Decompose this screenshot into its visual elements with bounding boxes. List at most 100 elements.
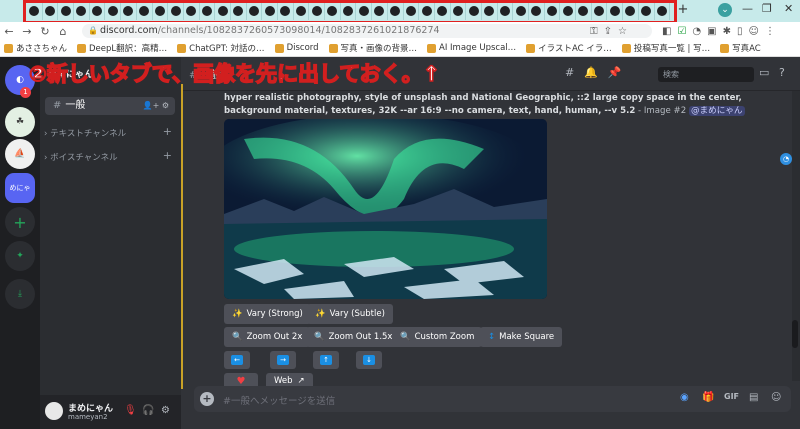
category-voice[interactable]: › ボイスチャンネル + xyxy=(44,149,176,163)
avatar[interactable] xyxy=(45,402,63,420)
bookmark-item[interactable]: ChatGPT: 対話の… xyxy=(177,42,265,54)
home-icon[interactable]: ⌂ xyxy=(54,25,72,38)
magnifier-icon: 🔍 xyxy=(400,332,411,342)
back-icon[interactable]: ← xyxy=(0,25,18,38)
bookmark-item[interactable]: Discord xyxy=(274,43,319,53)
arrow-down-icon: ↓ xyxy=(363,355,375,365)
bell-icon[interactable]: 🔔 xyxy=(584,66,598,79)
extension-icon[interactable]: ◧ xyxy=(662,26,671,37)
highlight-box xyxy=(23,0,677,24)
add-channel-icon[interactable]: + xyxy=(163,125,172,138)
maximize-button[interactable]: ❐ xyxy=(762,2,772,15)
search-input[interactable]: 検索 xyxy=(658,67,754,82)
channel-item-general[interactable]: # 一般 👤+ ⚙ xyxy=(45,97,175,115)
bookmark-item[interactable]: AI Image Upscal… xyxy=(427,43,516,53)
check-extension-icon[interactable]: ☑ xyxy=(677,26,686,37)
bookmark-label: DeepL翻訳：高精… xyxy=(89,44,168,54)
category-label: テキストチャンネル xyxy=(50,129,127,139)
custom-zoom-button[interactable]: 🔍 Custom Zoom xyxy=(392,327,483,347)
threads-icon[interactable]: # xyxy=(565,66,574,79)
forward-icon[interactable]: → xyxy=(18,25,36,38)
external-link-icon: ↗ xyxy=(297,376,305,386)
server-icon-1[interactable]: ☘ xyxy=(5,107,35,137)
bookmark-item[interactable]: イラストAC イラ… xyxy=(526,42,612,54)
zoom-out-1-5x-button[interactable]: 🔍 Zoom Out 1.5x xyxy=(306,327,401,347)
bookmark-label: AI Image Upscal… xyxy=(439,43,517,53)
bookmark-favicon-icon xyxy=(621,43,631,53)
deepl-extension-icon[interactable]: ◔ xyxy=(692,26,701,37)
channel-settings-icons[interactable]: 👤+ ⚙ xyxy=(143,97,169,115)
mute-icon[interactable]: 🎙 xyxy=(124,405,137,416)
pan-right-button[interactable]: → xyxy=(270,351,296,369)
help-icon[interactable]: ? xyxy=(779,66,785,79)
message-content: hyper realistic photography, style of un… xyxy=(224,92,784,118)
add-server-icon[interactable]: + xyxy=(5,207,35,237)
bookmark-label: Discord xyxy=(286,43,319,53)
minimize-button[interactable]: — xyxy=(742,2,753,15)
notification-badge: 1 xyxy=(20,87,31,98)
pan-left-button[interactable]: ← xyxy=(224,351,250,369)
sticker-icon[interactable]: ▤ xyxy=(749,392,758,403)
zoom-out-2x-button[interactable]: 🔍 Zoom Out 2x xyxy=(224,327,311,347)
url-input[interactable]: 🔒 discord.com/channels/10828372605730980… xyxy=(82,24,652,38)
magnifier-icon: 🔍 xyxy=(232,332,243,342)
bookmark-item[interactable]: 投稿写真一覧 | 写… xyxy=(621,42,710,54)
key-icon[interactable]: ⚿ xyxy=(590,26,598,37)
bookmark-favicon-icon xyxy=(4,43,13,53)
translate-float-icon[interactable]: ◔ xyxy=(780,153,792,165)
message-input[interactable]: #一般へメッセージを送信 xyxy=(223,393,335,407)
bookmark-label: イラストAC イラ… xyxy=(538,44,612,54)
star-icon[interactable]: ☆ xyxy=(618,26,627,37)
new-tab-button[interactable]: + xyxy=(676,3,690,17)
vary-subtle-button[interactable]: ✨ Vary (Subtle) xyxy=(307,304,393,324)
make-square-button[interactable]: ↕ Make Square xyxy=(480,327,563,347)
app-icon[interactable]: ◉ xyxy=(680,392,689,403)
emoji-icon[interactable]: ☺ xyxy=(771,392,781,403)
bookmark-item[interactable]: DeepL翻訳：高精… xyxy=(77,42,167,54)
profile-avatar[interactable]: ☺ xyxy=(749,26,759,37)
button-label: Zoom Out 1.5x xyxy=(328,332,393,342)
server-icon-mameyan[interactable]: めにゃ xyxy=(5,173,35,203)
sidepanel-icon[interactable]: ▯ xyxy=(737,26,743,37)
gift-icon[interactable]: 🎁 xyxy=(702,392,714,403)
settings-gear-icon[interactable]: ⚙ xyxy=(161,405,170,416)
bookmark-label: あささちゃん xyxy=(16,44,68,54)
download-icon[interactable]: ⤓ xyxy=(5,279,35,309)
button-label: Custom Zoom xyxy=(414,332,475,342)
hash-icon: # xyxy=(53,100,62,111)
header-icons: # 🔔 📌 xyxy=(565,66,622,79)
gif-icon[interactable]: GIF xyxy=(724,392,739,401)
extension-icon-2[interactable]: ▣ xyxy=(707,26,716,37)
bookmark-favicon-icon xyxy=(526,43,536,53)
extension-icons: ◧ ☑ ◔ ▣ ✱ ▯ ☺ ⋮ xyxy=(662,24,775,38)
sparkle-icon: ✨ xyxy=(315,309,326,319)
attach-plus-icon[interactable]: + xyxy=(200,392,214,406)
bookmark-item[interactable]: 写真AC xyxy=(720,42,761,54)
close-window-button[interactable]: ✕ xyxy=(784,2,793,15)
pan-up-button[interactable]: ↑ xyxy=(313,351,339,369)
vary-strong-button[interactable]: ✨ Vary (Strong) xyxy=(224,304,311,324)
omnibox-actions: ⚿ ⇪ ☆ xyxy=(590,24,627,38)
add-channel-icon[interactable]: + xyxy=(163,149,172,162)
reload-icon[interactable]: ↻ xyxy=(36,25,54,38)
bookmark-favicon-icon xyxy=(77,43,87,53)
headphones-icon[interactable]: 🎧 xyxy=(142,405,154,416)
generated-image[interactable] xyxy=(224,119,547,299)
server-icon-2[interactable]: ⛵ xyxy=(5,139,35,169)
bookmark-item[interactable]: 写真・画像の背景… xyxy=(328,42,417,54)
tab-search-button[interactable]: ⌄ xyxy=(718,3,732,17)
bookmark-item[interactable]: あささちゃん xyxy=(4,42,67,54)
pin-icon[interactable]: 📌 xyxy=(608,66,622,79)
bookmark-label: 写真AC xyxy=(732,44,761,54)
menu-icon[interactable]: ⋮ xyxy=(765,26,775,37)
scrollbar-thumb[interactable] xyxy=(792,320,798,348)
pan-down-button[interactable]: ↓ xyxy=(356,351,382,369)
explore-icon[interactable]: ✦ xyxy=(5,241,35,271)
puzzle-icon[interactable]: ✱ xyxy=(723,26,731,37)
bookmark-favicon-icon xyxy=(328,43,338,53)
share-icon[interactable]: ⇪ xyxy=(604,26,612,37)
category-text[interactable]: › テキストチャンネル + xyxy=(44,125,176,139)
user-mention[interactable]: @まめにゃん xyxy=(688,106,745,116)
image-meta: - Image #2 xyxy=(635,106,689,116)
inbox-icon[interactable]: ▭ xyxy=(759,66,769,79)
